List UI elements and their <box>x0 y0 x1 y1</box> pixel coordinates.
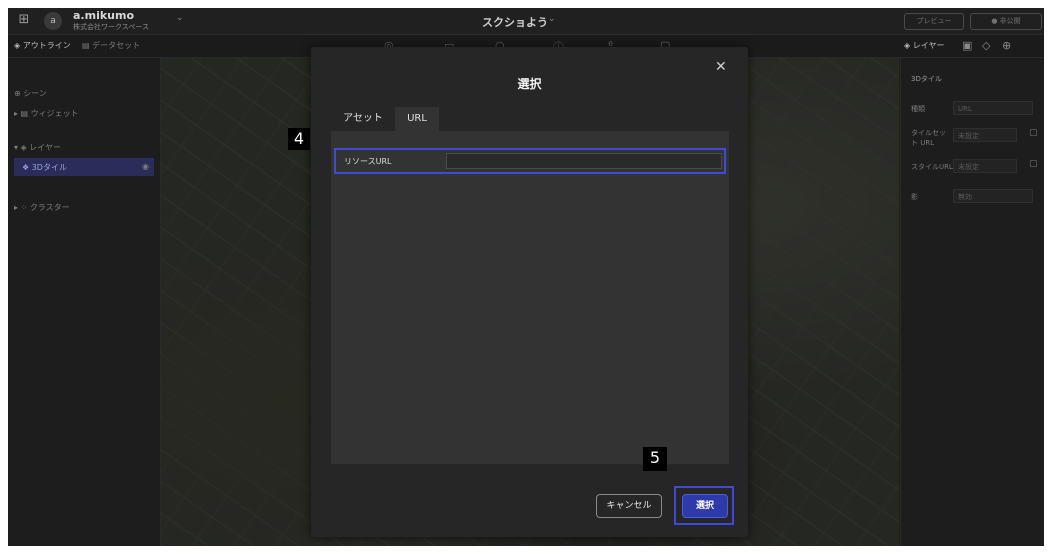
resource-url-input[interactable] <box>446 153 722 169</box>
avatar[interactable]: a <box>44 12 62 30</box>
outline-scene-label: シーン <box>23 89 47 98</box>
tag-icon[interactable]: ◇ <box>982 39 990 52</box>
outline-layers[interactable]: ▾ ◈ レイヤー <box>14 142 61 153</box>
widget-icon[interactable]: ▣ <box>962 39 972 52</box>
tab-layers-label: レイヤー <box>912 41 945 50</box>
layer-properties-panel: 3Dタイル 種類 URL タイルセット URL 未設定 ▢ スタイルURL 未設… <box>900 58 1044 546</box>
resource-url-label: リソースURL <box>344 157 392 166</box>
cluster-icon: ▸ ⁘ <box>14 203 30 212</box>
tiles-icon: ❖ <box>22 163 32 172</box>
dialog-body: リソースURL <box>331 131 729 464</box>
layers-icon: ◈ <box>14 41 23 50</box>
tab-asset[interactable]: アセット <box>331 107 395 131</box>
chevron-down-icon[interactable]: ⌄ <box>176 13 184 23</box>
outline-scene[interactable]: ⊕ シーン <box>14 88 47 99</box>
tab-outline[interactable]: ◈ アウトライン <box>14 40 71 51</box>
tab-layers[interactable]: ◈ レイヤー <box>904 40 944 51</box>
tileset-field[interactable]: 未設定 <box>953 128 1017 142</box>
close-icon[interactable]: ✕ <box>715 59 727 75</box>
workspace-name: 株式会社ワークスペース <box>73 23 149 31</box>
top-header: ⊞ a a.mikumo 株式会社ワークスペース ⌄ スクショよう ⌄ プレビュ… <box>8 8 1044 35</box>
plugin-icon[interactable]: ⊕ <box>1002 39 1011 52</box>
outline-cluster-label: クラスター <box>29 203 70 212</box>
resource-url-row: リソースURL <box>334 148 726 174</box>
select-dialog: 選択 ✕ アセット URL リソースURL キャンセル 選択 <box>311 47 748 537</box>
style-field[interactable]: 未設定 <box>953 159 1017 173</box>
type-select[interactable]: URL <box>953 101 1033 115</box>
tab-outline-label: アウトライン <box>22 41 71 50</box>
grid-icon[interactable]: ⊞ <box>16 12 32 28</box>
tab-dataset-label: データセット <box>92 41 141 50</box>
shadow-label: 影 <box>911 193 918 201</box>
widget-icon: ▸ ▤ <box>14 109 31 118</box>
file-icon[interactable]: ▢ <box>1029 159 1038 169</box>
tileset-label: タイルセット URL <box>911 129 946 147</box>
dialog-title: 選択 <box>517 77 542 91</box>
outline-layers-label: レイヤー <box>29 143 62 152</box>
cancel-button[interactable]: キャンセル <box>596 494 662 518</box>
layers-icon: ▾ ◈ <box>14 143 30 152</box>
type-label: 種類 <box>911 105 925 113</box>
layers-icon: ◈ <box>904 41 913 50</box>
shadow-select[interactable]: 無効 <box>953 189 1033 203</box>
preview-button[interactable]: プレビュー <box>904 13 964 30</box>
database-icon: ▤ <box>82 41 93 50</box>
project-title[interactable]: スクショよう <box>482 14 548 30</box>
section-title: 3Dタイル <box>911 75 942 83</box>
tab-dataset[interactable]: ▤ データセット <box>82 40 140 51</box>
outline-widgets[interactable]: ▸ ▤ ウィジェット <box>14 108 79 119</box>
select-button[interactable]: 選択 <box>682 494 728 518</box>
publish-button[interactable]: ● 非公開 <box>970 13 1042 30</box>
outline-cluster[interactable]: ▸ ⁘ クラスター <box>14 202 70 213</box>
style-label: スタイルURL <box>911 163 953 171</box>
outline-widgets-label: ウィジェット <box>30 109 79 118</box>
tab-url[interactable]: URL <box>395 107 439 131</box>
app-window: ⊞ a a.mikumo 株式会社ワークスペース ⌄ スクショよう ⌄ プレビュ… <box>8 8 1044 546</box>
chevron-down-icon[interactable]: ⌄ <box>548 14 556 24</box>
step-badge-4: 4 <box>288 128 310 150</box>
layer-item-label: 3Dタイル <box>31 163 67 172</box>
eye-icon[interactable]: ◉ <box>142 162 149 171</box>
step-badge-5: 5 <box>643 447 667 471</box>
outline-panel: ⊕ シーン ▸ ▤ ウィジェット ▾ ◈ レイヤー ❖ 3Dタイル ◉ ▸ ⁘ … <box>8 58 161 546</box>
layer-item-3dtiles[interactable]: ❖ 3Dタイル <box>22 162 67 173</box>
user-name: a.mikumo <box>73 9 134 22</box>
file-icon[interactable]: ▢ <box>1029 128 1038 138</box>
globe-icon: ⊕ <box>14 89 24 98</box>
